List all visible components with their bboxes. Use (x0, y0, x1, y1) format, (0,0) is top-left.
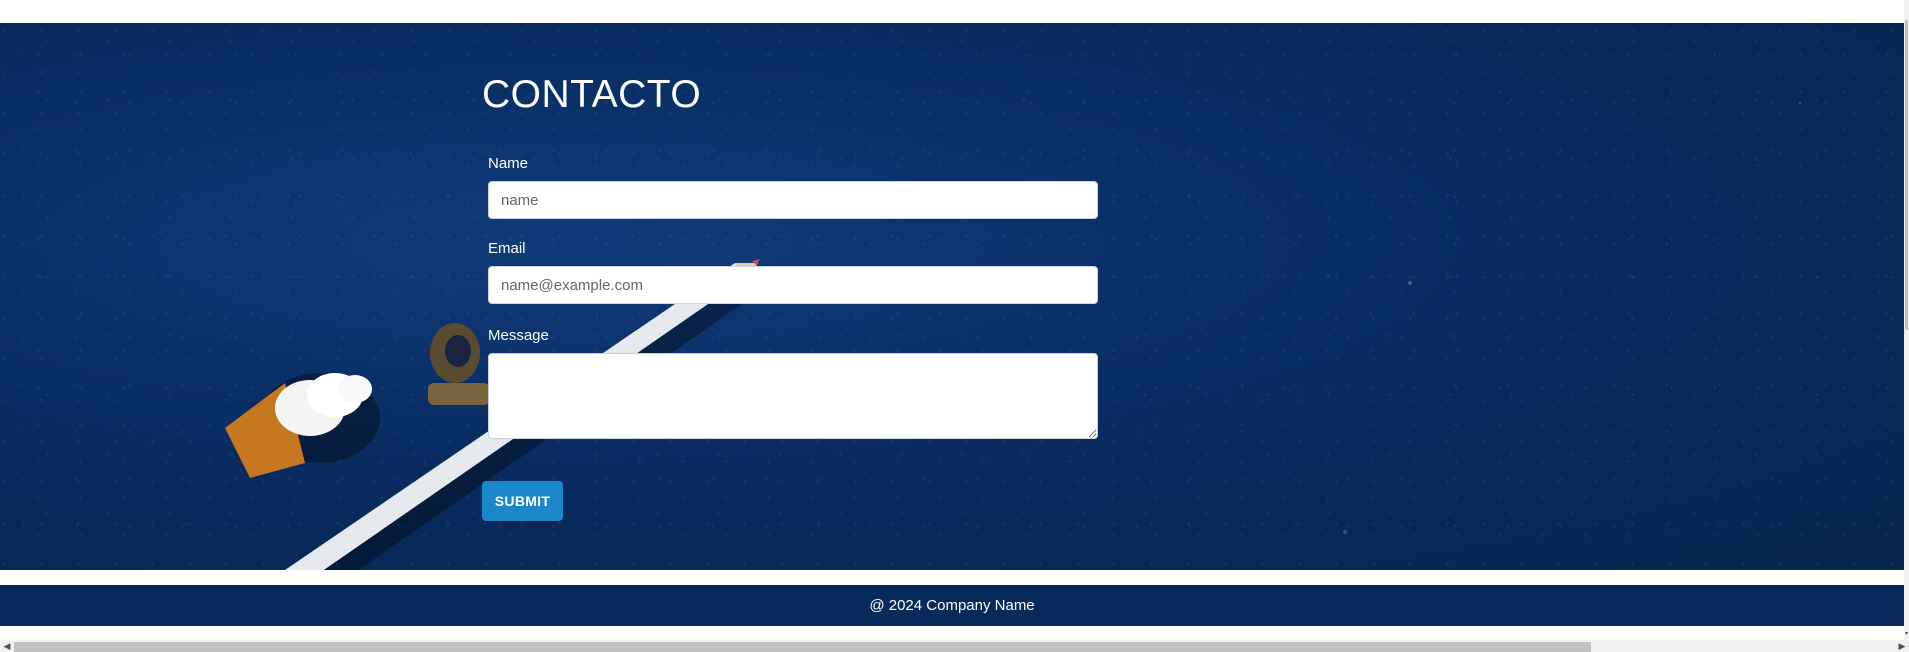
page: CONTACTO Name Email Message SUBMIT @ 202… (0, 0, 1909, 652)
chevron-left-icon[interactable]: ◀ (1, 640, 13, 652)
footer-copyright: @ 2024 Company Name (869, 597, 1035, 614)
message-textarea[interactable] (488, 353, 1098, 439)
name-field-group: Name (488, 155, 1098, 219)
footer: @ 2024 Company Name (0, 585, 1904, 626)
message-label: Message (488, 327, 549, 344)
submit-button[interactable]: SUBMIT (482, 481, 563, 521)
message-field-group: Message (488, 327, 1098, 439)
email-field-group: Email (488, 240, 1098, 304)
contact-title: CONTACTO (482, 73, 702, 116)
horizontal-scrollbar-thumb[interactable] (14, 642, 1591, 652)
chevron-down-icon[interactable]: ▾ (1904, 628, 1909, 640)
chevron-right-icon[interactable]: ▶ (1896, 640, 1908, 652)
contact-form: Name Email Message (488, 155, 1098, 462)
vertical-scrollbar-thumb[interactable] (1905, 20, 1908, 330)
name-label: Name (488, 155, 529, 172)
email-label: Email (488, 240, 526, 257)
name-input[interactable] (488, 181, 1098, 219)
email-input[interactable] (488, 266, 1098, 304)
